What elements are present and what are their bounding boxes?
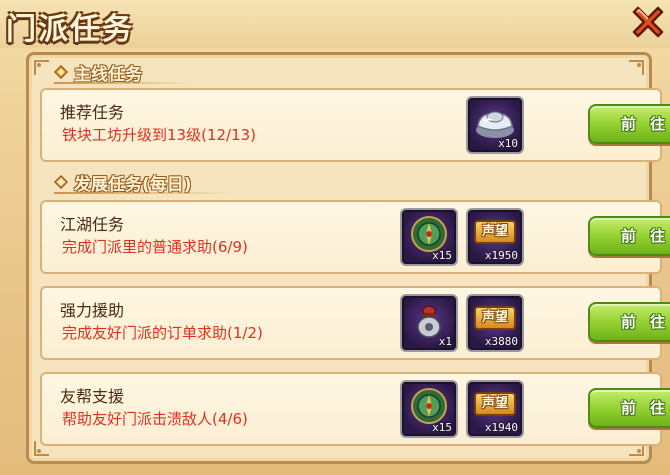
reward-qty: x1 — [438, 335, 452, 348]
task-window: 门派任务 主线任务 推荐任务 铁块工坊升级到13级(12/13) x10 前 发… — [0, 0, 670, 475]
corner-ornament-icon — [627, 59, 645, 77]
go-button-label: 前往 — [620, 115, 665, 133]
task-name: 推荐任务 — [60, 103, 125, 122]
reward-slot[interactable]: 声望 x1950 — [466, 208, 524, 266]
go-button[interactable]: 前往 — [588, 216, 670, 256]
title-bar: 门派任务 — [0, 0, 670, 48]
reward-qty: x1940 — [484, 421, 518, 434]
diamond-icon — [54, 175, 68, 189]
reward-qty: x15 — [432, 421, 452, 434]
reward-slot[interactable]: 声望 x1940 — [466, 380, 524, 438]
go-button-label: 前往 — [620, 313, 665, 331]
diamond-icon — [54, 65, 68, 79]
close-button[interactable] — [628, 2, 668, 42]
task-name: 友帮支援 — [60, 387, 125, 406]
go-button[interactable]: 前往 — [588, 302, 670, 342]
reward-qty: x15 — [432, 249, 452, 262]
task-name: 强力援助 — [60, 301, 125, 320]
go-button-label: 前往 — [620, 227, 665, 245]
jade-compass-icon — [411, 216, 447, 252]
go-button[interactable]: 前往 — [588, 388, 670, 428]
section-main-label: 主线任务 — [74, 64, 142, 85]
task-row: 推荐任务 铁块工坊升级到13级(12/13) x10 前往 — [40, 88, 670, 162]
reward-slot[interactable]: x15 — [400, 208, 458, 266]
reward-qty: x3880 — [484, 335, 518, 348]
task-name: 江湖任务 — [60, 215, 125, 234]
task-progress: 完成门派里的普通求助(6/9) — [62, 238, 248, 256]
fame-icon: 声望 — [474, 306, 516, 330]
section-daily-header: 发展任务(每日) — [54, 170, 234, 195]
task-row: 友帮支援 帮助友好门派击溃敌人(4/6) x15 声望 x1940 前往 — [40, 372, 670, 446]
section-divider — [54, 192, 234, 194]
fame-icon: 声望 — [474, 220, 516, 244]
close-x-icon — [632, 6, 664, 38]
corner-ornament-icon — [33, 59, 51, 77]
task-progress: 完成友好门派的订单求助(1/2) — [62, 324, 263, 342]
section-divider — [54, 82, 194, 84]
reward-qty: x10 — [498, 137, 518, 150]
go-button-label: 前往 — [620, 399, 665, 417]
reward-qty: x1950 — [484, 249, 518, 262]
reward-slot[interactable]: 声望 x3880 — [466, 294, 524, 352]
window-title: 门派任务 — [6, 12, 134, 47]
section-main-header: 主线任务 — [54, 60, 194, 85]
fame-icon: 声望 — [474, 392, 516, 416]
go-button[interactable]: 前往 — [588, 104, 670, 144]
reward-slot[interactable]: x10 — [466, 96, 524, 154]
silver-ingot-icon — [476, 111, 514, 138]
jade-compass-icon — [411, 388, 447, 424]
task-progress: 帮助友好门派击溃敌人(4/6) — [62, 410, 248, 428]
reward-slot[interactable]: x15 — [400, 380, 458, 438]
task-row: 江湖任务 完成门派里的普通求助(6/9) x15 声望 x1950 前往 — [40, 200, 670, 274]
token-pouch-icon — [417, 305, 441, 338]
section-daily-label: 发展任务(每日) — [74, 174, 192, 195]
reward-slot[interactable]: x1 — [400, 294, 458, 352]
task-progress: 铁块工坊升级到13级(12/13) — [62, 126, 257, 144]
task-row: 强力援助 完成友好门派的订单求助(1/2) x1 声望 x3880 前往 — [40, 286, 670, 360]
